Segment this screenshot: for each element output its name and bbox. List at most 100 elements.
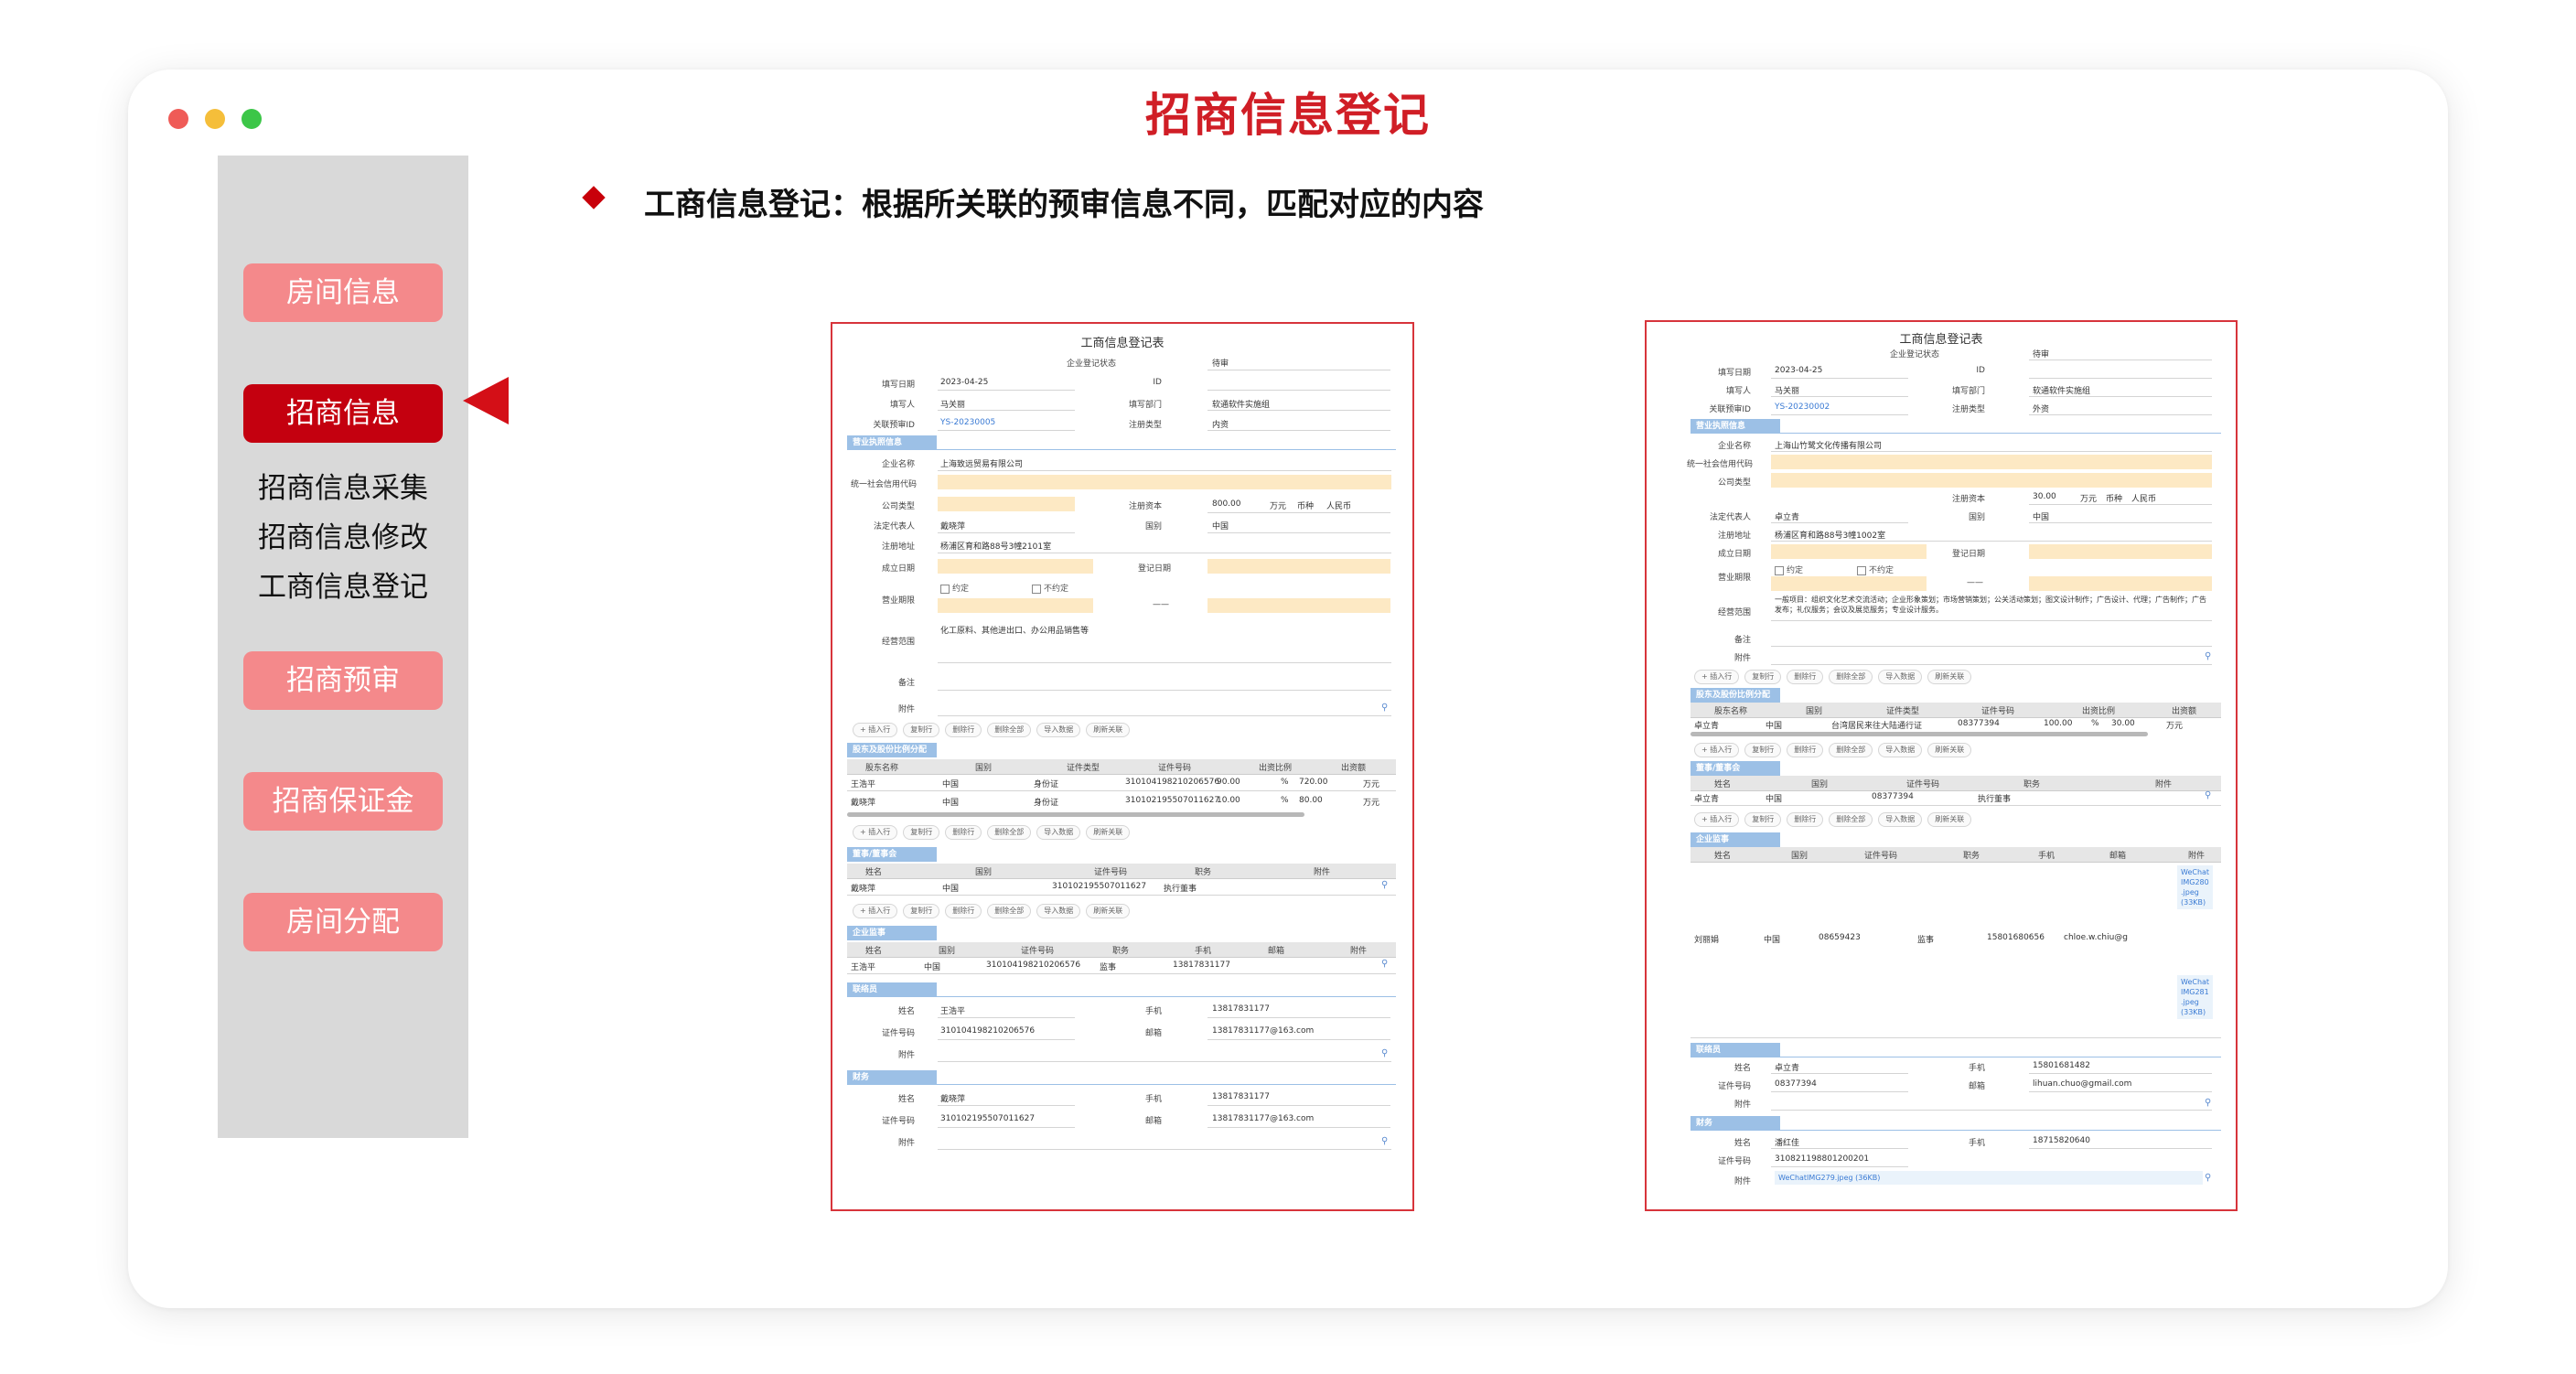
regtype-select[interactable]: 外资 bbox=[2033, 403, 2049, 414]
import-data-button[interactable]: 导入数据 bbox=[1036, 904, 1081, 918]
horizontal-scrollbar[interactable] bbox=[1690, 732, 2148, 736]
refresh-link-button[interactable]: 刷新关联 bbox=[1927, 670, 1972, 684]
term-start-input[interactable] bbox=[1771, 576, 1927, 591]
supervisor-file-2[interactable]: WeChat IMG281 .jpeg (33KB) bbox=[2177, 975, 2214, 1019]
founded-date-input[interactable] bbox=[938, 559, 1093, 574]
contact-id-value[interactable]: 08377394 bbox=[1775, 1079, 1817, 1089]
copy-row-button[interactable]: 复制行 bbox=[1744, 670, 1782, 684]
term-fixed-checkbox[interactable]: 约定 bbox=[940, 582, 969, 594]
delete-row-button[interactable]: 删除行 bbox=[945, 723, 982, 737]
dept-value[interactable]: 软通软件实施组 bbox=[1212, 398, 1270, 410]
currency-value[interactable]: 人民币 bbox=[1326, 499, 1351, 511]
scope-value[interactable]: 一般项目：组织文化艺术交流活动；企业形象策划；市场营销策划；公关活动策划；图文设… bbox=[1775, 595, 2212, 615]
regdate-input[interactable] bbox=[1208, 559, 1390, 574]
country-value[interactable]: 中国 bbox=[2033, 510, 2049, 522]
contact-email-value[interactable]: 13817831177@163.com bbox=[1212, 1026, 1314, 1036]
filler-value[interactable]: 马关丽 bbox=[1775, 384, 1799, 396]
address-value[interactable]: 杨浦区育和路88号3幢2101室 bbox=[940, 540, 1051, 552]
delete-row-button[interactable]: 删除行 bbox=[945, 904, 982, 918]
import-data-button[interactable]: 导入数据 bbox=[1036, 723, 1081, 737]
delete-row-button[interactable]: 删除行 bbox=[1787, 743, 1824, 757]
delete-all-button[interactable]: 删除全部 bbox=[987, 723, 1032, 737]
contact-email-value[interactable]: lihuan.chuo@gmail.com bbox=[2033, 1079, 2131, 1089]
term-end-input[interactable] bbox=[1208, 598, 1390, 613]
dept-value[interactable]: 软通软件实施组 bbox=[2033, 384, 2090, 396]
paperclip-icon[interactable]: ⚲ bbox=[1381, 1136, 1388, 1146]
scope-value[interactable]: 化工原料、其他进出口、办公用品销售等 bbox=[940, 624, 1089, 636]
sidebar-item-investment-info[interactable]: 招商信息 bbox=[243, 384, 443, 443]
delete-all-button[interactable]: 删除全部 bbox=[1829, 743, 1873, 757]
sidebar-item-deposit[interactable]: 招商保证金 bbox=[243, 772, 443, 831]
term-end-input[interactable] bbox=[2029, 576, 2212, 591]
legal-rep-value[interactable]: 卓立青 bbox=[1775, 510, 1799, 522]
insert-row-button[interactable]: + 插入行 bbox=[853, 825, 898, 840]
submenu-item-modify[interactable]: 招商信息修改 bbox=[218, 514, 468, 555]
paperclip-icon[interactable]: ⚲ bbox=[2205, 1098, 2211, 1108]
refresh-link-button[interactable]: 刷新关联 bbox=[1086, 723, 1131, 737]
paperclip-icon[interactable]: ⚲ bbox=[1381, 880, 1388, 890]
finance-phone-value[interactable]: 13817831177 bbox=[1212, 1092, 1270, 1101]
copy-row-button[interactable]: 复制行 bbox=[903, 723, 940, 737]
submenu-item-collect[interactable]: 招商信息采集 bbox=[218, 465, 468, 506]
credit-code-input[interactable] bbox=[1771, 455, 2212, 469]
finance-phone-value[interactable]: 18715820640 bbox=[2033, 1136, 2090, 1145]
finance-id-value[interactable]: 310102195507011627 bbox=[940, 1114, 1035, 1123]
paperclip-icon[interactable]: ⚲ bbox=[2205, 651, 2211, 661]
term-fixed-checkbox[interactable]: 约定 bbox=[1775, 564, 1803, 575]
paperclip-icon[interactable]: ⚲ bbox=[1381, 1048, 1388, 1058]
insert-row-button[interactable]: + 插入行 bbox=[853, 904, 898, 918]
insert-row-button[interactable]: + 插入行 bbox=[1694, 670, 1740, 684]
finance-email-value[interactable]: 13817831177@163.com bbox=[1212, 1114, 1314, 1123]
company-value[interactable]: 上海山竹鹭文化传播有限公司 bbox=[1775, 439, 1882, 451]
finance-name-value[interactable]: 潘红佳 bbox=[1775, 1136, 1799, 1148]
contact-phone-value[interactable]: 15801681482 bbox=[2033, 1061, 2090, 1070]
country-value[interactable]: 中国 bbox=[1212, 520, 1229, 531]
paperclip-icon[interactable]: ⚲ bbox=[2205, 790, 2211, 800]
insert-row-button[interactable]: + 插入行 bbox=[1694, 743, 1740, 757]
capital-value[interactable]: 30.00 bbox=[2033, 492, 2056, 501]
submenu-item-business-registration[interactable]: 工商信息登记 bbox=[218, 564, 468, 605]
delete-all-button[interactable]: 删除全部 bbox=[987, 904, 1032, 918]
filler-value[interactable]: 马关丽 bbox=[940, 398, 965, 410]
import-data-button[interactable]: 导入数据 bbox=[1036, 825, 1081, 840]
delete-row-button[interactable]: 删除行 bbox=[1787, 812, 1824, 827]
delete-all-button[interactable]: 删除全部 bbox=[987, 825, 1032, 840]
ref-value-link[interactable]: YS-20230002 bbox=[1775, 403, 1830, 412]
refresh-link-button[interactable]: 刷新关联 bbox=[1927, 812, 1972, 827]
finance-attachment-file[interactable]: WeChatIMG279.jpeg (36KB) bbox=[1775, 1171, 2203, 1185]
term-unlimited-checkbox[interactable]: 不约定 bbox=[1032, 582, 1068, 594]
insert-row-button[interactable]: + 插入行 bbox=[1694, 812, 1740, 827]
founded-date-input[interactable] bbox=[1771, 544, 1927, 559]
sidebar-item-room-allocation[interactable]: 房间分配 bbox=[243, 893, 443, 951]
delete-all-button[interactable]: 删除全部 bbox=[1829, 670, 1873, 684]
company-type-input[interactable] bbox=[1771, 473, 2212, 488]
copy-row-button[interactable]: 复制行 bbox=[1744, 812, 1782, 827]
contact-phone-value[interactable]: 13817831177 bbox=[1212, 1004, 1270, 1014]
term-start-input[interactable] bbox=[938, 598, 1093, 613]
regdate-input[interactable] bbox=[2029, 544, 2212, 559]
horizontal-scrollbar[interactable] bbox=[847, 812, 1304, 817]
refresh-link-button[interactable]: 刷新关联 bbox=[1086, 825, 1131, 840]
refresh-link-button[interactable]: 刷新关联 bbox=[1086, 904, 1131, 918]
currency-value[interactable]: 人民币 bbox=[2131, 492, 2156, 504]
credit-code-input[interactable] bbox=[938, 475, 1391, 489]
paperclip-icon[interactable]: ⚲ bbox=[2205, 1173, 2211, 1183]
delete-all-button[interactable]: 删除全部 bbox=[1829, 812, 1873, 827]
delete-row-button[interactable]: 删除行 bbox=[945, 825, 982, 840]
contact-name-value[interactable]: 王浩平 bbox=[940, 1004, 965, 1016]
ref-value-link[interactable]: YS-20230005 bbox=[940, 418, 995, 427]
sidebar-item-pre-review[interactable]: 招商预审 bbox=[243, 651, 443, 710]
paperclip-icon[interactable]: ⚲ bbox=[1381, 959, 1388, 969]
finance-id-value[interactable]: 310821198801200201 bbox=[1775, 1154, 1869, 1164]
company-value[interactable]: 上海致远贸易有限公司 bbox=[940, 457, 1023, 469]
copy-row-button[interactable]: 复制行 bbox=[1744, 743, 1782, 757]
legal-rep-value[interactable]: 戴晓萍 bbox=[940, 520, 965, 531]
date-value[interactable]: 2023-04-25 bbox=[940, 378, 988, 387]
finance-name-value[interactable]: 戴晓萍 bbox=[940, 1092, 965, 1104]
regtype-select[interactable]: 内资 bbox=[1212, 418, 1229, 430]
refresh-link-button[interactable]: 刷新关联 bbox=[1927, 743, 1972, 757]
company-type-input[interactable] bbox=[938, 497, 1075, 511]
copy-row-button[interactable]: 复制行 bbox=[903, 904, 940, 918]
term-unlimited-checkbox[interactable]: 不约定 bbox=[1857, 564, 1894, 575]
capital-value[interactable]: 800.00 bbox=[1212, 499, 1241, 509]
